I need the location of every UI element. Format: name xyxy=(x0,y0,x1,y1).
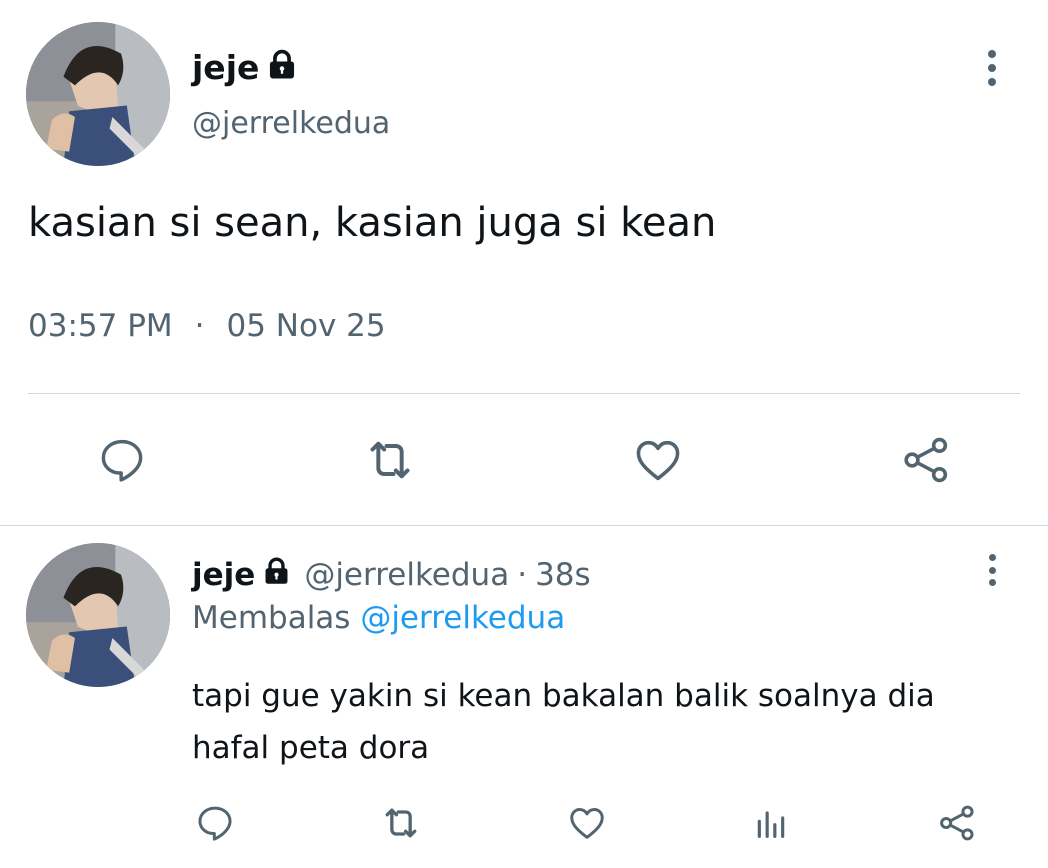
share-icon xyxy=(940,805,974,841)
views-button[interactable] xyxy=(748,800,794,846)
tweet-text: kasian si sean, kasian juga si kean xyxy=(28,200,717,246)
avatar-image xyxy=(26,543,170,687)
like-button[interactable] xyxy=(628,430,688,490)
share-icon xyxy=(904,437,948,483)
heart-icon xyxy=(636,440,680,481)
divider xyxy=(0,525,1048,526)
avatar-image xyxy=(26,22,170,166)
separator-dot: · xyxy=(194,308,205,344)
more-vertical-icon[interactable] xyxy=(984,50,1000,86)
reply-text: tapi gue yakin si kean bakalan balik soa… xyxy=(192,670,935,774)
retweet-icon xyxy=(370,441,410,479)
speech-bubble-icon xyxy=(101,439,143,482)
replying-prefix: Membalas xyxy=(192,600,351,636)
separator-dot: · xyxy=(517,557,528,593)
timestamp-line: 03:57 PM · 05 Nov 25 xyxy=(28,308,386,344)
heart-icon xyxy=(570,808,604,839)
retweet-button[interactable] xyxy=(378,800,424,846)
reply-age[interactable]: 38s xyxy=(535,557,591,593)
more-vertical-icon[interactable] xyxy=(984,554,1000,586)
share-button[interactable] xyxy=(896,430,956,490)
handle[interactable]: @jerrelkedua xyxy=(192,106,390,141)
like-button[interactable] xyxy=(564,800,610,846)
share-button[interactable] xyxy=(934,800,980,846)
author-line: jeje @jerrelkedua · 38s xyxy=(192,552,591,598)
replying-to-link[interactable]: @jerrelkedua xyxy=(360,600,565,636)
author-line: jeje xyxy=(192,42,299,92)
tweet-time[interactable]: 03:57 PM xyxy=(28,308,173,344)
reply-button[interactable] xyxy=(192,800,238,846)
display-name[interactable]: jeje xyxy=(192,48,259,87)
action-bar xyxy=(0,796,1048,852)
handle[interactable]: @jerrelkedua xyxy=(304,557,509,593)
display-name[interactable]: jeje xyxy=(192,557,255,593)
avatar[interactable] xyxy=(26,543,170,687)
lock-icon xyxy=(261,556,292,595)
tweet-date[interactable]: 05 Nov 25 xyxy=(227,308,386,344)
divider xyxy=(28,393,1020,394)
avatar[interactable] xyxy=(26,22,170,166)
retweet-button[interactable] xyxy=(360,430,420,490)
retweet-icon xyxy=(385,808,417,838)
action-bar xyxy=(0,420,1048,500)
bar-chart-icon xyxy=(757,811,785,838)
replying-to-line: Membalas @jerrelkedua xyxy=(192,600,565,636)
reply-text-line: tapi gue yakin si kean bakalan balik soa… xyxy=(192,678,935,714)
reply-text-line: hafal peta dora xyxy=(192,730,430,766)
speech-bubble-icon xyxy=(198,806,232,841)
reply-button[interactable] xyxy=(92,430,152,490)
lock-icon xyxy=(265,48,299,86)
